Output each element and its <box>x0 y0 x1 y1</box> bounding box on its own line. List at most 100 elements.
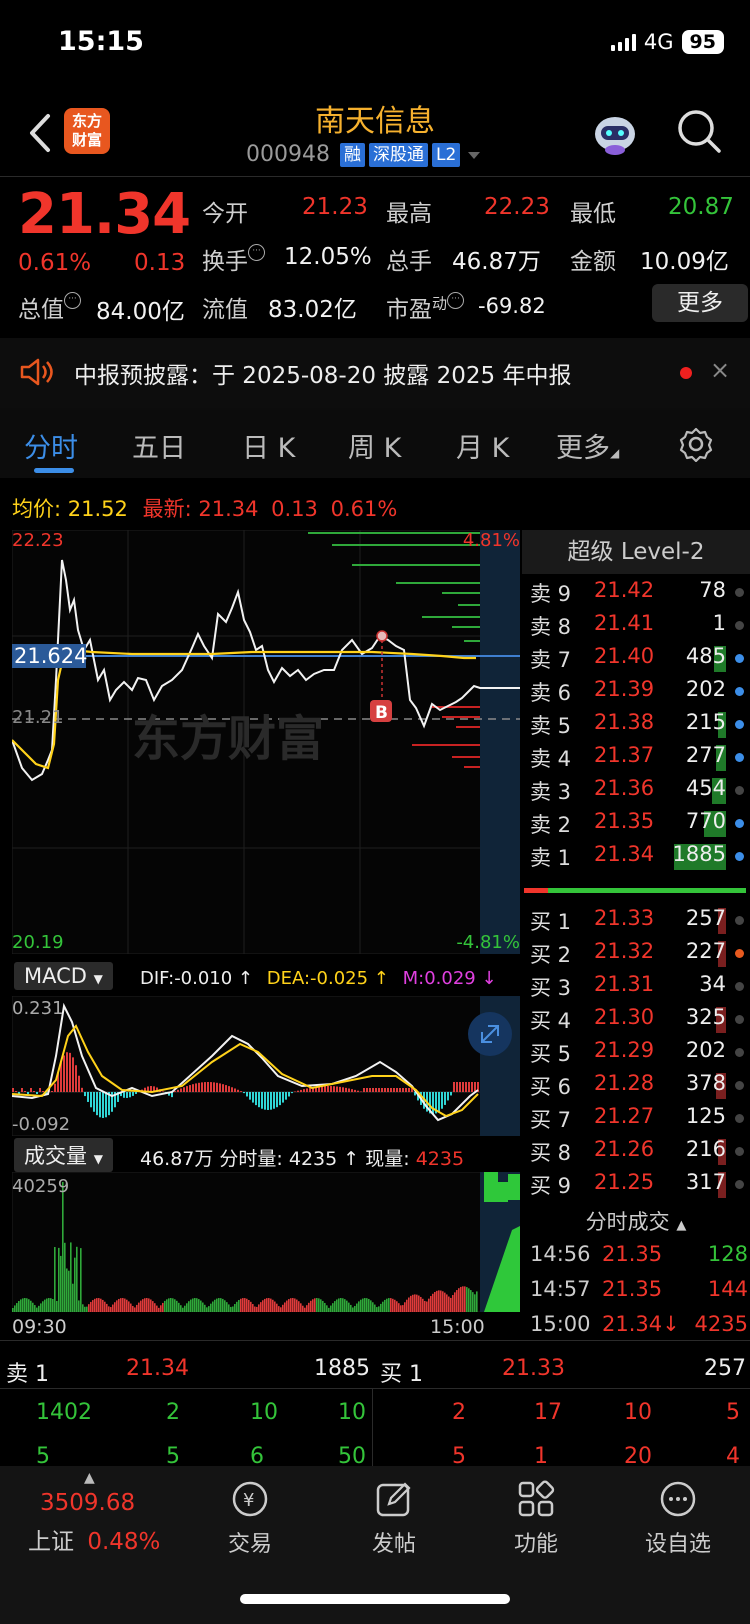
tab-more[interactable]: 更多◢ <box>556 426 619 465</box>
assistant-avatar[interactable] <box>590 110 640 156</box>
ask-row[interactable]: 卖 4 21.37 277 <box>530 743 750 777</box>
macd-bar <box>189 1085 191 1092</box>
ask-row[interactable]: 卖 3 21.36 454 <box>530 776 750 810</box>
volume-bar <box>360 1299 362 1312</box>
orderbook-title[interactable]: 超级 Level-2 <box>522 530 750 574</box>
more-button[interactable]: 更多 <box>652 284 748 322</box>
macd-bar <box>27 1092 29 1094</box>
bid-row[interactable]: 买 6 21.28 378 <box>530 1071 750 1105</box>
macd-bar <box>255 1092 257 1106</box>
ask-row[interactable]: 卖 9 21.42 78 <box>530 578 750 612</box>
nav-trade[interactable]: ¥ 交易 <box>190 1478 310 1558</box>
volume-bar <box>110 1307 112 1312</box>
open-value: 21.23 <box>302 194 368 220</box>
nav-post[interactable]: 发帖 <box>334 1478 454 1558</box>
close-icon[interactable]: × <box>710 356 730 384</box>
ask-row[interactable]: 卖 8 21.41 1 <box>530 611 750 645</box>
intraday-price-chart[interactable]: 东方财富 B 21.624 21.21 22.23 4.81% 20.19 -4… <box>12 530 520 954</box>
macd-bar <box>231 1087 233 1092</box>
volume-bar <box>32 1302 34 1312</box>
macd-indicator-select[interactable]: MACD ▼ <box>14 962 113 990</box>
volume-bar <box>356 1303 358 1312</box>
info-icon[interactable]: ··· <box>64 292 81 309</box>
ask-row[interactable]: 卖 5 21.38 215 <box>530 710 750 744</box>
macd-bar <box>360 1091 362 1092</box>
macd-bar <box>282 1092 284 1103</box>
info-icon[interactable]: ··· <box>447 292 465 309</box>
macd-bar <box>408 1088 410 1092</box>
depth-buy-cell: 5 <box>726 1400 740 1425</box>
ask-price: 21.41 <box>594 611 655 635</box>
volume-indicator-select[interactable]: 成交量 ▼ <box>14 1138 113 1172</box>
index-value[interactable]: 3509.68 <box>40 1490 135 1516</box>
index-ticker[interactable]: 上证 0.48% <box>28 1522 160 1556</box>
nav-function[interactable]: 功能 <box>476 1478 596 1558</box>
nav-watchlist[interactable]: 设自选 <box>618 1478 738 1558</box>
macd-chart[interactable]: 0.231 -0.092 <box>12 996 520 1136</box>
info-icon[interactable]: ··· <box>248 244 265 261</box>
ask-row[interactable]: 卖 6 21.39 202 <box>530 677 750 711</box>
search-icon[interactable] <box>676 108 722 154</box>
bid-row[interactable]: 买 2 21.32 227 <box>530 939 750 973</box>
bid-row[interactable]: 买 5 21.29 202 <box>530 1038 750 1072</box>
macd-bar <box>438 1092 440 1112</box>
tab-five-day[interactable]: 五日 <box>132 426 186 465</box>
bid-row[interactable]: 买 4 21.30 325 <box>530 1005 750 1039</box>
volume-bar <box>78 1300 80 1312</box>
volume-bar <box>458 1288 460 1312</box>
bid-row[interactable]: 买 3 21.31 34 <box>530 972 750 1006</box>
tab-intraday[interactable]: 分时 <box>24 426 78 465</box>
more-icon <box>660 1481 696 1517</box>
volume-bar <box>18 1301 20 1312</box>
macd-bar <box>12 1088 14 1092</box>
gear-icon[interactable] <box>678 426 714 462</box>
order-dot <box>735 720 744 729</box>
status-time: 15:15 <box>58 26 144 57</box>
volume-bar <box>432 1293 434 1312</box>
bid-price: 21.25 <box>594 1170 655 1194</box>
volume-bar <box>370 1300 372 1312</box>
trade-price: 21.34↓ <box>602 1312 680 1336</box>
bid-row[interactable]: 买 7 21.27 125 <box>530 1104 750 1138</box>
macd-bar <box>465 1082 467 1092</box>
volume-bar <box>88 1304 90 1312</box>
volume-bar <box>464 1286 466 1312</box>
ask-row[interactable]: 卖 7 21.40 485 <box>530 644 750 678</box>
tab-monthly[interactable]: 月 K <box>456 426 509 465</box>
ask-row[interactable]: 卖 1 21.34 1885 <box>530 842 750 876</box>
bid-row[interactable]: 买 8 21.26 216 <box>530 1137 750 1171</box>
volume-bar <box>312 1299 314 1312</box>
volume-bar <box>444 1292 446 1312</box>
volume-bar <box>268 1298 270 1312</box>
bid-row[interactable]: 买 9 21.25 317 <box>530 1170 750 1204</box>
notice-text: 中报预披露：于 2025-08-20 披露 2025 年中报 <box>74 363 572 389</box>
volume-bar <box>224 1300 226 1312</box>
tab-daily[interactable]: 日 K <box>242 426 295 465</box>
tab-weekly[interactable]: 周 K <box>348 426 401 465</box>
volume-bar <box>264 1298 266 1312</box>
ask-label: 卖 5 <box>530 714 572 738</box>
volume-bar <box>40 1303 42 1312</box>
macd-bar <box>30 1088 32 1092</box>
macd-bar <box>132 1092 134 1096</box>
volume-bar <box>122 1298 124 1312</box>
ask-price: 21.38 <box>594 710 655 734</box>
volume-bar <box>388 1298 390 1312</box>
volume-bar <box>76 1246 78 1312</box>
macd-bar <box>333 1086 335 1092</box>
volume-bar <box>164 1300 166 1312</box>
bid-row[interactable]: 买 1 21.33 257 <box>530 906 750 940</box>
ask-row[interactable]: 卖 2 21.35 770 <box>530 809 750 843</box>
home-indicator <box>240 1594 510 1604</box>
macd-bar <box>348 1088 350 1092</box>
trade-icon: ¥ <box>232 1481 268 1517</box>
stock-subtitle[interactable]: 000948 融 深股通 L2 <box>246 142 484 167</box>
volume-bar <box>408 1297 410 1312</box>
marker-price: 21.624 <box>14 644 87 668</box>
bid-label: 买 8 <box>530 1141 572 1165</box>
volume-bar <box>320 1299 322 1312</box>
volume-bar <box>378 1306 380 1312</box>
volume-chart[interactable]: 40259 <box>12 1172 520 1312</box>
volume-bar <box>456 1290 458 1312</box>
trades-title[interactable]: 分时成交 ▲ <box>522 1206 750 1236</box>
